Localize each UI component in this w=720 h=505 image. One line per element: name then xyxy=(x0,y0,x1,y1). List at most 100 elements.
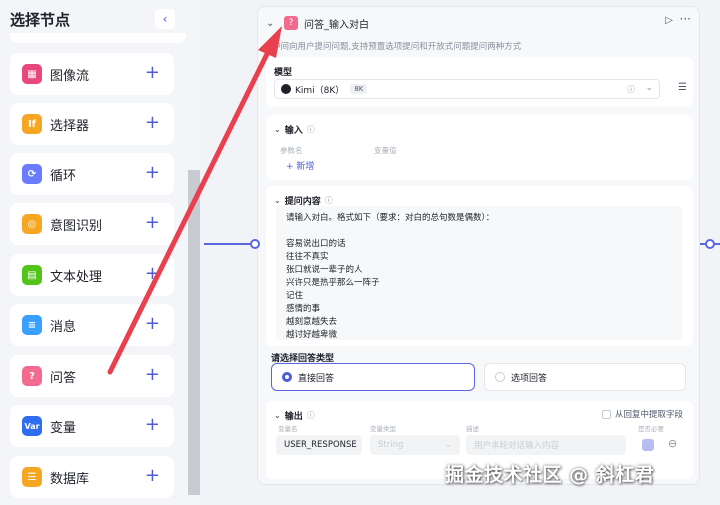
if-icon: If xyxy=(22,114,42,134)
input-section-header[interactable]: ⌄ 输入 ⓘ xyxy=(274,123,315,136)
answer-option-choice[interactable]: 选项回答 xyxy=(484,363,686,391)
option-label: 直接回答 xyxy=(298,373,335,384)
qa-node-panel[interactable]: ⌄ ? 问答_输入对白 ▷ ··· 中间向用户提问问题,支持预置选项提问和开放式… xyxy=(257,6,700,485)
prompt-line: 请输入对白。格式如下（要求：对白的总句数是偶数）： xyxy=(286,213,495,223)
node-selector-panel: 选择节点 ‹ ▦ 图像流 + If 选择器 + ⟳ 循环 + ◎ 意图识别 + … xyxy=(0,0,200,505)
info-icon[interactable]: ⓘ xyxy=(307,410,315,421)
info-icon[interactable]: ⓘ xyxy=(627,84,635,95)
chevron-left-icon: ‹ xyxy=(162,12,168,26)
add-node-button[interactable]: + xyxy=(145,264,160,284)
info-icon[interactable]: ⓘ xyxy=(325,195,333,206)
settings-icon[interactable]: ☰ xyxy=(678,82,687,93)
node-item-message[interactable]: ≡ 消息 + xyxy=(10,304,174,346)
var-icon: Var xyxy=(22,416,42,436)
prompt-line: 记住 xyxy=(286,291,304,301)
sidebar-scrollbar[interactable] xyxy=(188,170,200,495)
question-icon: ? xyxy=(284,16,298,30)
chevron-down-icon: ⌄ xyxy=(274,196,281,205)
output-section-header[interactable]: ⌄ 输出 ⓘ xyxy=(274,409,315,422)
message-icon: ≡ xyxy=(22,315,42,335)
node-item-text-process[interactable]: ▤ 文本处理 + xyxy=(10,254,174,296)
radio-unselected[interactable] xyxy=(495,372,505,382)
checkbox[interactable] xyxy=(601,409,611,419)
connector-line-left xyxy=(204,243,254,245)
add-node-button[interactable]: + xyxy=(145,466,160,486)
run-icon[interactable]: ▷ xyxy=(665,15,673,26)
node-item-label: 文本处理 xyxy=(50,269,103,285)
prompt-line xyxy=(286,225,672,238)
extract-label: 从回复中提取字段 xyxy=(614,410,683,420)
node-item-label: 问答 xyxy=(50,370,77,386)
panel-title: 选择节点 xyxy=(10,11,71,29)
output-var-name: USER_RESPONSE xyxy=(276,435,362,455)
node-title[interactable]: 问答_输入对白 xyxy=(304,16,369,31)
add-node-button[interactable]: + xyxy=(145,113,160,133)
var-type-header: 变量类型 xyxy=(370,425,396,433)
node-description: 中间向用户提问问题,支持预置选项提问和开放式问题提问两种方式 xyxy=(272,42,522,52)
prompt-line: 兴许只是热乎那么一阵子 xyxy=(286,278,380,288)
grid-icon: ▦ xyxy=(22,64,42,84)
chevron-down-icon: ⌄ xyxy=(274,411,281,420)
node-item-label: 图像流 xyxy=(50,68,90,84)
prompt-line: 越刻意越失去 xyxy=(286,317,338,327)
prompt-line: 容易说出口的话 xyxy=(286,239,346,249)
node-item-intent[interactable]: ◎ 意图识别 + xyxy=(10,203,174,245)
prompt-line: 越讨好越卑微 xyxy=(286,330,338,340)
add-node-button[interactable]: + xyxy=(145,63,160,83)
node-item-image-flow[interactable]: ▦ 图像流 + xyxy=(10,53,174,95)
node-item-label: 数据库 xyxy=(50,471,90,487)
description-header: 描述 xyxy=(466,425,479,433)
chevron-down-icon[interactable]: ⌄ xyxy=(266,18,280,29)
text-process-icon: ▤ xyxy=(22,265,42,285)
node-header: ⌄ ? 问答_输入对白 xyxy=(266,13,369,33)
node-item-label: 变量 xyxy=(50,420,77,436)
database-icon: ☰ xyxy=(22,467,42,487)
node-item-loop[interactable]: ⟳ 循环 + xyxy=(10,153,174,195)
add-node-button[interactable]: + xyxy=(145,163,160,183)
output-port[interactable] xyxy=(705,239,715,249)
collapse-button[interactable]: ‹ xyxy=(155,9,175,29)
prompt-section: ⌄ 提问内容 ⓘ 请输入对白。格式如下（要求：对白的总句数是偶数）： 容易说出口… xyxy=(266,186,693,346)
chevron-down-icon: ⌄ xyxy=(274,125,281,134)
chevron-down-icon[interactable]: ⌄ xyxy=(645,83,653,93)
prompt-line: 感情的事 xyxy=(286,304,321,314)
output-label: 输出 xyxy=(284,412,303,422)
add-input-button[interactable]: + 新增 xyxy=(286,159,314,172)
add-node-button[interactable]: + xyxy=(145,365,160,385)
info-icon[interactable]: ⓘ xyxy=(307,124,315,135)
option-label: 选项回答 xyxy=(511,373,548,384)
var-type-value: String xyxy=(378,440,404,450)
radio-selected[interactable] xyxy=(282,372,292,382)
node-item-label: 意图识别 xyxy=(50,218,103,234)
input-section: ⌄ 输入 ⓘ 参数名 变量值 + 新增 xyxy=(266,115,693,180)
model-section: 模型 Kimi（8K） 8K ⓘ ⌄ ☰ xyxy=(266,57,693,107)
model-select[interactable]: Kimi（8K） 8K ⓘ ⌄ xyxy=(274,79,660,99)
node-item-selector[interactable]: If 选择器 + xyxy=(10,103,174,145)
more-icon[interactable]: ··· xyxy=(680,12,691,26)
add-node-button[interactable]: + xyxy=(145,314,160,334)
input-port[interactable] xyxy=(250,239,260,249)
watermark: 掘金技术社区 @ 斜杠君 xyxy=(445,464,655,486)
list-item-partial xyxy=(10,33,186,43)
node-item-qa[interactable]: ? 问答 + xyxy=(10,355,174,397)
required-header: 是否必要 xyxy=(638,425,664,433)
node-item-variable[interactable]: Var 变量 + xyxy=(10,405,174,447)
param-name-header: 参数名 xyxy=(280,146,303,155)
kimi-logo-icon xyxy=(281,84,291,94)
add-node-button[interactable]: + xyxy=(145,213,160,233)
prompt-line: 张口就说一辈子的人 xyxy=(286,265,363,275)
node-item-database[interactable]: ☰ 数据库 + xyxy=(10,456,174,498)
remove-icon[interactable]: ⊖ xyxy=(668,437,677,450)
output-var-type-select: String ⌄ xyxy=(370,435,460,455)
extract-fields-toggle[interactable]: 从回复中提取字段 xyxy=(601,408,683,420)
output-description: 用户本轮对话输入内容 xyxy=(466,435,626,455)
question-icon: ? xyxy=(22,366,42,386)
loop-icon: ⟳ xyxy=(22,164,42,184)
chevron-down-icon: ⌄ xyxy=(444,440,452,450)
add-node-button[interactable]: + xyxy=(145,415,160,435)
prompt-textarea[interactable]: 请输入对白。格式如下（要求：对白的总句数是偶数）： 容易说出口的话 往往不真实 … xyxy=(276,206,682,340)
required-checkbox xyxy=(642,439,654,451)
prompt-line: 往往不真实 xyxy=(286,252,329,262)
answer-option-direct[interactable]: 直接回答 xyxy=(271,363,475,391)
input-label: 输入 xyxy=(284,126,303,136)
